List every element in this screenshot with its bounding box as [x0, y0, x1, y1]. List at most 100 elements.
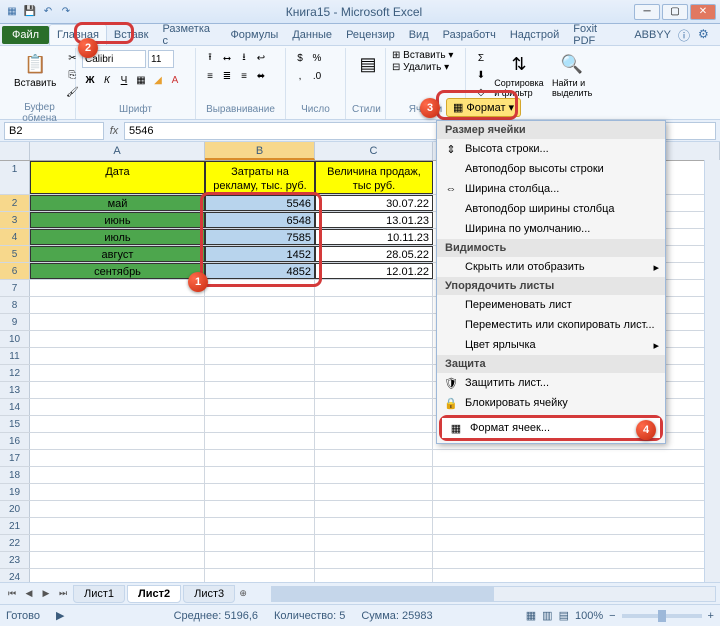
col-header-a[interactable]: A	[30, 142, 205, 160]
row-header[interactable]: 14	[0, 399, 30, 415]
cell[interactable]	[205, 331, 315, 347]
row-header[interactable]: 23	[0, 552, 30, 568]
tab-foxit[interactable]: Foxit PDF	[566, 19, 627, 51]
cell[interactable]	[30, 416, 205, 432]
cell[interactable]	[30, 433, 205, 449]
tab-insert[interactable]: Вставк	[107, 25, 156, 45]
tab-addins[interactable]: Надстрой	[503, 25, 566, 45]
view-layout-icon[interactable]: ▥	[542, 609, 552, 622]
row-header[interactable]: 17	[0, 450, 30, 466]
cell[interactable]: 5546	[205, 195, 315, 211]
cell[interactable]	[30, 399, 205, 415]
cell[interactable]	[315, 365, 433, 381]
font-color-button[interactable]: A	[167, 72, 183, 88]
select-all-corner[interactable]	[0, 142, 30, 160]
sheet-nav-first[interactable]: ⏮	[4, 586, 20, 602]
row-header[interactable]: 9	[0, 314, 30, 330]
sheet-tab-2[interactable]: Лист2	[127, 585, 181, 603]
cell[interactable]: июнь	[30, 212, 205, 228]
row-header[interactable]: 5	[0, 246, 30, 262]
cell[interactable]: август	[30, 246, 205, 262]
tab-developer[interactable]: Разработч	[436, 25, 503, 45]
row-header[interactable]: 8	[0, 297, 30, 313]
bold-button[interactable]: Ж	[82, 72, 98, 88]
align-mid-icon[interactable]: ⭤	[219, 50, 235, 66]
sheet-nav-last[interactable]: ⏭	[55, 586, 71, 602]
row-header[interactable]: 3	[0, 212, 30, 228]
cell[interactable]	[315, 331, 433, 347]
row-header[interactable]: 4	[0, 229, 30, 245]
cell[interactable]	[30, 552, 205, 568]
cell[interactable]	[30, 450, 205, 466]
cell[interactable]	[205, 518, 315, 534]
cell[interactable]: 6548	[205, 212, 315, 228]
underline-button[interactable]: Ч	[116, 72, 132, 88]
row-header[interactable]: 11	[0, 348, 30, 364]
border-button[interactable]: ▦	[133, 72, 149, 88]
zoom-in-button[interactable]: +	[708, 610, 714, 622]
dd-lock-cell[interactable]: 🔒Блокировать ячейку	[437, 393, 665, 413]
cell-header[interactable]: Затраты на рекламу, тыс. руб.	[205, 161, 315, 194]
cell[interactable]	[205, 365, 315, 381]
align-center-icon[interactable]: ≣	[219, 68, 235, 84]
cell[interactable]	[315, 297, 433, 313]
close-button[interactable]: ✕	[690, 4, 716, 20]
cell-header[interactable]: Величина продаж, тыс руб.	[315, 161, 433, 194]
tab-layout[interactable]: Разметка с	[155, 19, 223, 51]
view-normal-icon[interactable]: ▦	[526, 609, 536, 622]
dd-tab-color[interactable]: Цвет ярлычка▸	[437, 335, 665, 355]
align-left-icon[interactable]: ≡	[202, 68, 218, 84]
cell[interactable]: июль	[30, 229, 205, 245]
find-select-button[interactable]: 🔍 Найти и выделить	[548, 50, 596, 100]
cell[interactable]	[315, 552, 433, 568]
cell[interactable]	[205, 501, 315, 517]
wrap-icon[interactable]: ↩	[253, 50, 269, 66]
name-box[interactable]: B2	[4, 122, 104, 140]
cell[interactable]	[30, 280, 205, 296]
cell[interactable]	[205, 484, 315, 500]
cell[interactable]	[205, 348, 315, 364]
row-header[interactable]: 2	[0, 195, 30, 211]
options-icon[interactable]: ⚙	[698, 27, 714, 43]
cell[interactable]: сентябрь	[30, 263, 205, 279]
row-header[interactable]: 22	[0, 535, 30, 551]
cell[interactable]	[315, 382, 433, 398]
row-header[interactable]: 15	[0, 416, 30, 432]
cell[interactable]	[30, 484, 205, 500]
align-bot-icon[interactable]: ⭳	[236, 50, 252, 66]
cell[interactable]	[315, 535, 433, 551]
cell[interactable]	[205, 433, 315, 449]
comma-icon[interactable]: ,	[292, 68, 308, 84]
fill-icon[interactable]: ⬇	[472, 67, 490, 83]
cell[interactable]: май	[30, 195, 205, 211]
view-break-icon[interactable]: ▤	[559, 609, 569, 622]
tab-data[interactable]: Данные	[285, 25, 339, 45]
row-header[interactable]: 19	[0, 484, 30, 500]
new-sheet-button[interactable]: ⊕	[235, 586, 251, 602]
help-icon[interactable]: ⓘ	[678, 27, 694, 43]
cell[interactable]	[315, 518, 433, 534]
cell[interactable]: 10.11.23	[315, 229, 433, 245]
fill-color-button[interactable]: ◢	[150, 72, 166, 88]
cell[interactable]	[315, 484, 433, 500]
cell[interactable]	[30, 382, 205, 398]
insert-button[interactable]: ⊞ Вставить ▾	[392, 50, 453, 61]
italic-button[interactable]: К	[99, 72, 115, 88]
merge-icon[interactable]: ⬌	[253, 68, 269, 84]
cell[interactable]	[315, 399, 433, 415]
cell[interactable]	[205, 450, 315, 466]
align-right-icon[interactable]: ≡	[236, 68, 252, 84]
currency-icon[interactable]: $	[292, 50, 308, 66]
cell[interactable]	[315, 416, 433, 432]
cell[interactable]	[30, 348, 205, 364]
row-header[interactable]: 12	[0, 365, 30, 381]
file-tab[interactable]: Файл	[2, 26, 49, 44]
save-icon[interactable]: 💾	[22, 4, 38, 20]
align-top-icon[interactable]: ⭱	[202, 50, 218, 66]
maximize-button[interactable]: ▢	[662, 4, 688, 20]
horizontal-scrollbar[interactable]	[271, 586, 716, 602]
dd-default-width[interactable]: Ширина по умолчанию...	[437, 219, 665, 239]
zoom-out-button[interactable]: −	[609, 610, 615, 622]
sheet-nav-prev[interactable]: ◀	[21, 586, 37, 602]
row-header[interactable]: 13	[0, 382, 30, 398]
